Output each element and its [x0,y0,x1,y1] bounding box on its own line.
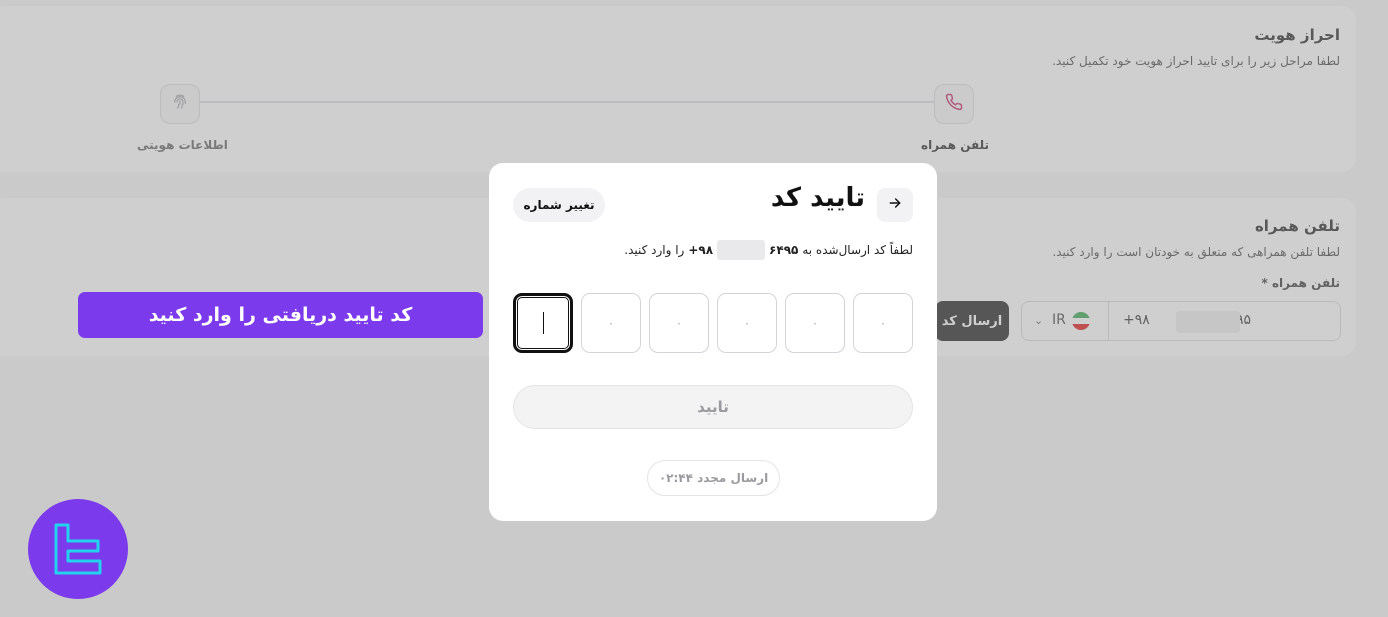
code-digit-6[interactable]: ۰ [853,293,913,353]
modal-subtitle: لطفاً کد ارسال‌شده به ۶۴۹۵ +۹۸ را وارد ک… [624,240,913,260]
subtitle-phone-prefix: +۹۸ [688,243,714,257]
resend-button[interactable]: ارسال مجدد ۰۲:۴۴ [647,460,780,496]
arrow-right-icon [887,195,903,215]
change-number-button[interactable]: تغییر شماره [513,188,605,222]
subtitle-phone-end: ۶۴۹۵ [769,243,799,257]
subtitle-prefix: لطفاً کد ارسال‌شده به [802,243,913,257]
code-digit-1[interactable] [513,293,573,353]
code-digit-3[interactable]: ۰ [649,293,709,353]
subtitle-mask [717,240,766,260]
code-digit-2[interactable]: ۰ [581,293,641,353]
brand-logo-mark [54,523,102,575]
subtitle-suffix: را وارد کنید. [624,243,685,257]
instruction-banner: کد تایید دریافتی را وارد کنید [78,292,483,338]
confirm-button[interactable]: تایید [513,385,913,429]
page-background: احراز هویت لطفا مراحل زیر را برای تایید … [0,0,1388,617]
code-digit-4[interactable]: ۰ [717,293,777,353]
verify-code-modal: تایید کد تغییر شماره لطفاً کد ارسال‌شده … [489,163,937,521]
text-caret [542,312,544,334]
code-digit-5[interactable]: ۰ [785,293,845,353]
brand-logo [28,499,128,599]
back-button[interactable] [877,188,913,222]
modal-title: تایید کد [770,183,865,213]
